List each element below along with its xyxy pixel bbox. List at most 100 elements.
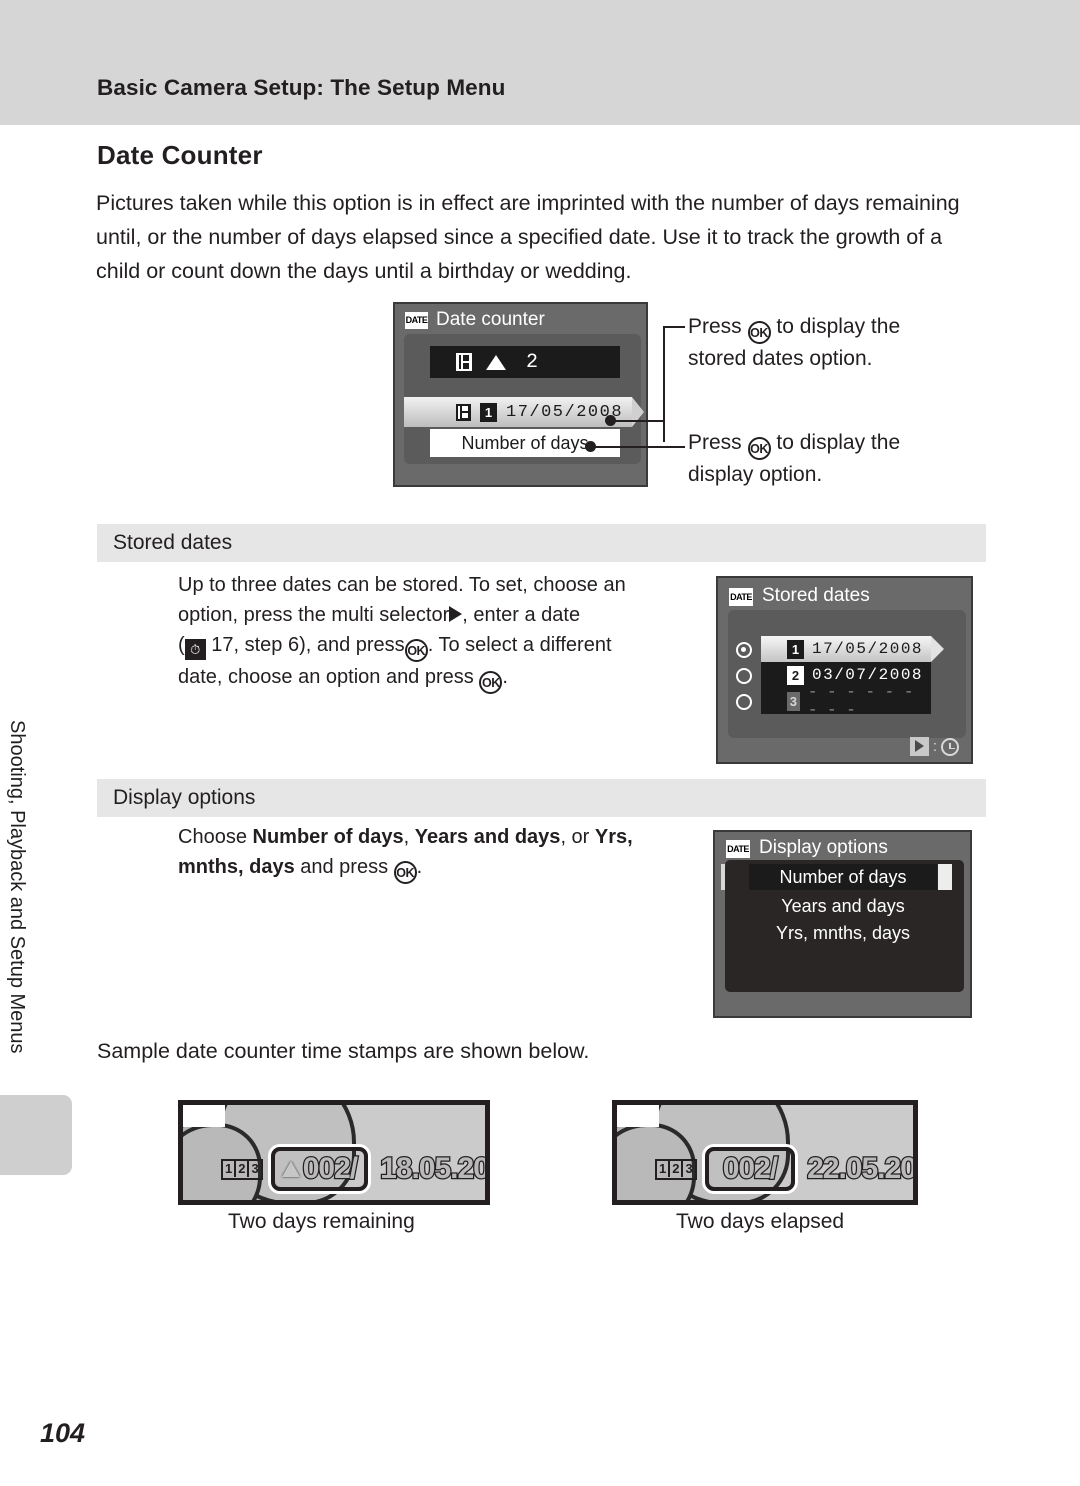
sample-lead-text: Sample date counter time stamps are show… <box>97 1039 590 1063</box>
timestamp-date: 18.05.2008 <box>379 1151 489 1187</box>
body-line-4b: . <box>502 666 508 688</box>
display-options-body: Choose Number of days, Years and days, o… <box>178 822 688 884</box>
date-counter-value-bar: 2 <box>430 346 620 378</box>
stored-date-slot-chip: 3 <box>787 691 800 711</box>
display-options-screen-title: Display options <box>759 837 888 858</box>
date-menu-icon: DATE <box>729 588 753 606</box>
sample-caption-remaining: Two days remaining <box>228 1210 415 1233</box>
mode-chip-icon: 123 <box>221 1158 263 1180</box>
ok-button-icon: OK <box>393 861 417 884</box>
display-option-value: Number of days <box>461 432 589 453</box>
body-line-2b: , enter a date <box>462 604 581 626</box>
stored-dates-footer-hint: : <box>909 737 959 756</box>
ok-button-icon: OK <box>747 321 771 344</box>
intro-paragraph: Pictures taken while this option is in e… <box>96 191 960 283</box>
display-options-screen: DATE Display options Number of days Year… <box>713 830 972 1018</box>
body-line-3a: ( <box>178 634 185 656</box>
date-menu-icon: DATE <box>405 312 428 329</box>
leader-dot-stored-dates <box>605 415 616 426</box>
option-bold-yrs: Yrs, <box>594 826 633 848</box>
multi-selector-right-icon <box>909 737 929 756</box>
display-option-label: Years and days <box>781 895 905 916</box>
stored-date-radio-1[interactable] <box>736 642 752 658</box>
stored-date-value: 03/07/2008 <box>812 666 924 684</box>
body-line-3b: 17, step 6), and press <box>211 634 405 656</box>
display-option-row-1[interactable]: Years and days <box>749 893 937 919</box>
date-counter-value: 2 <box>526 350 540 374</box>
leader-dot-display-option <box>585 441 596 452</box>
section-band-display-options: Display options <box>97 779 986 817</box>
display-option-row-2[interactable]: Yrs, mnths, days <box>749 920 937 946</box>
body-line-2a: option, press the multi selector <box>178 604 450 626</box>
callout-rest-label: to display the <box>776 315 901 338</box>
stored-date-slot-chip: 1 <box>787 639 804 659</box>
body-line-3c: . To select a different <box>427 634 612 656</box>
ok-button-icon: OK <box>747 437 771 460</box>
callout-line2: display option. <box>688 463 823 486</box>
callout-press-label: Press <box>688 431 742 454</box>
body-line-1: Up to three dates can be stored. To set,… <box>178 574 626 596</box>
running-header-title: Basic Camera Setup: The Setup Menu <box>97 75 506 100</box>
sample-timestamp-elapsed: 123 002/ 22.05.2008 <box>655 1147 916 1191</box>
stored-dates-screen-title: Stored dates <box>762 585 870 606</box>
counter-digits: 002/ <box>301 1151 359 1187</box>
ok-button-icon: OK <box>404 639 428 662</box>
ok-button-icon: OK <box>479 671 503 694</box>
date-counter-screen: DATE Date counter 2 1 17/05/2008 Number … <box>393 302 648 487</box>
stored-date-radio-2[interactable] <box>736 668 752 684</box>
display-option-row-0[interactable]: Number of days <box>749 864 937 890</box>
stored-date-row-3[interactable]: 3 - - - - - - - - - <box>761 683 931 719</box>
option-bold-number-of-days: Number of days <box>252 826 404 848</box>
date-counter-panel: 2 1 17/05/2008 Number of days <box>404 334 644 464</box>
stored-dates-screen: DATE Stored dates 1 17/05/2008 2 03/07/2… <box>716 576 973 764</box>
display-option-label: Number of days <box>779 866 907 887</box>
selected-date-row-arrow <box>632 397 644 427</box>
body-line-4a: date, choose an option and press <box>178 666 474 688</box>
multi-selector-right-icon <box>449 606 463 622</box>
sep-1: , <box>403 826 415 848</box>
stored-date-row-1-arrow <box>931 636 944 662</box>
leader-line-stored-dates-v <box>663 326 665 442</box>
display-option-label: Yrs, mnths, days <box>775 922 911 943</box>
sample-image-remaining: 123 002/ 18.05.2008 <box>178 1100 490 1205</box>
clock-reference-icon: ⏱ <box>184 639 206 660</box>
petal-highlight <box>617 1105 659 1127</box>
stored-dates-callout: Press OK to display the stored dates opt… <box>688 312 988 374</box>
clock-icon <box>941 737 959 756</box>
section-heading-display-options: Display options <box>113 786 256 809</box>
stored-date-row-1[interactable]: 1 17/05/2008 <box>761 636 931 662</box>
option-bold-mnths-days: mnths, days <box>178 856 295 878</box>
and-press-label: and press <box>294 856 394 878</box>
callout-rest-label: to display the <box>776 431 901 454</box>
display-options-panel: Number of days Years and days Yrs, mnths… <box>725 860 964 992</box>
date-slot-chip: 1 <box>480 402 497 422</box>
choose-label: Choose <box>178 826 253 848</box>
sample-image-elapsed: 123 002/ 22.05.2008 <box>612 1100 918 1205</box>
display-options-scrollbar[interactable] <box>938 864 952 890</box>
leader-line-stored-dates-h1 <box>663 326 685 328</box>
sep-2: , or <box>560 826 595 848</box>
stored-date-radio-3[interactable] <box>736 694 752 710</box>
date-menu-icon: DATE <box>726 840 750 858</box>
date-counter-icon <box>456 353 472 371</box>
section-heading-stored-dates: Stored dates <box>113 531 233 554</box>
callout-line2: stored dates option. <box>688 347 873 370</box>
timestamp-date: 22.05.2008 <box>806 1151 916 1187</box>
stored-date-value: - - - - - - - - - <box>807 683 914 719</box>
selected-date-row[interactable]: 1 17/05/2008 <box>404 397 632 427</box>
page-number: 104 <box>40 1418 86 1448</box>
callout-press-label: Press <box>688 315 742 338</box>
page-title: Date Counter <box>97 140 263 170</box>
leader-line-stored-dates-h2 <box>611 420 665 422</box>
triangle-up-icon <box>281 1161 300 1177</box>
section-band-stored-dates: Stored dates <box>97 524 986 562</box>
stored-date-slot-chip: 2 <box>787 665 804 685</box>
triangle-up-icon <box>486 354 506 370</box>
option-bold-years-and-days: Years and days <box>414 826 561 848</box>
counter-stamp-box: 002/ <box>704 1147 796 1191</box>
stored-dates-panel: 1 17/05/2008 2 03/07/2008 3 - - - - - - … <box>728 610 966 738</box>
period: . <box>416 856 423 878</box>
stored-dates-body: Up to three dates can be stored. To set,… <box>178 570 688 694</box>
petal-highlight <box>183 1105 225 1127</box>
counter-stamp-box: 002/ <box>270 1147 369 1191</box>
